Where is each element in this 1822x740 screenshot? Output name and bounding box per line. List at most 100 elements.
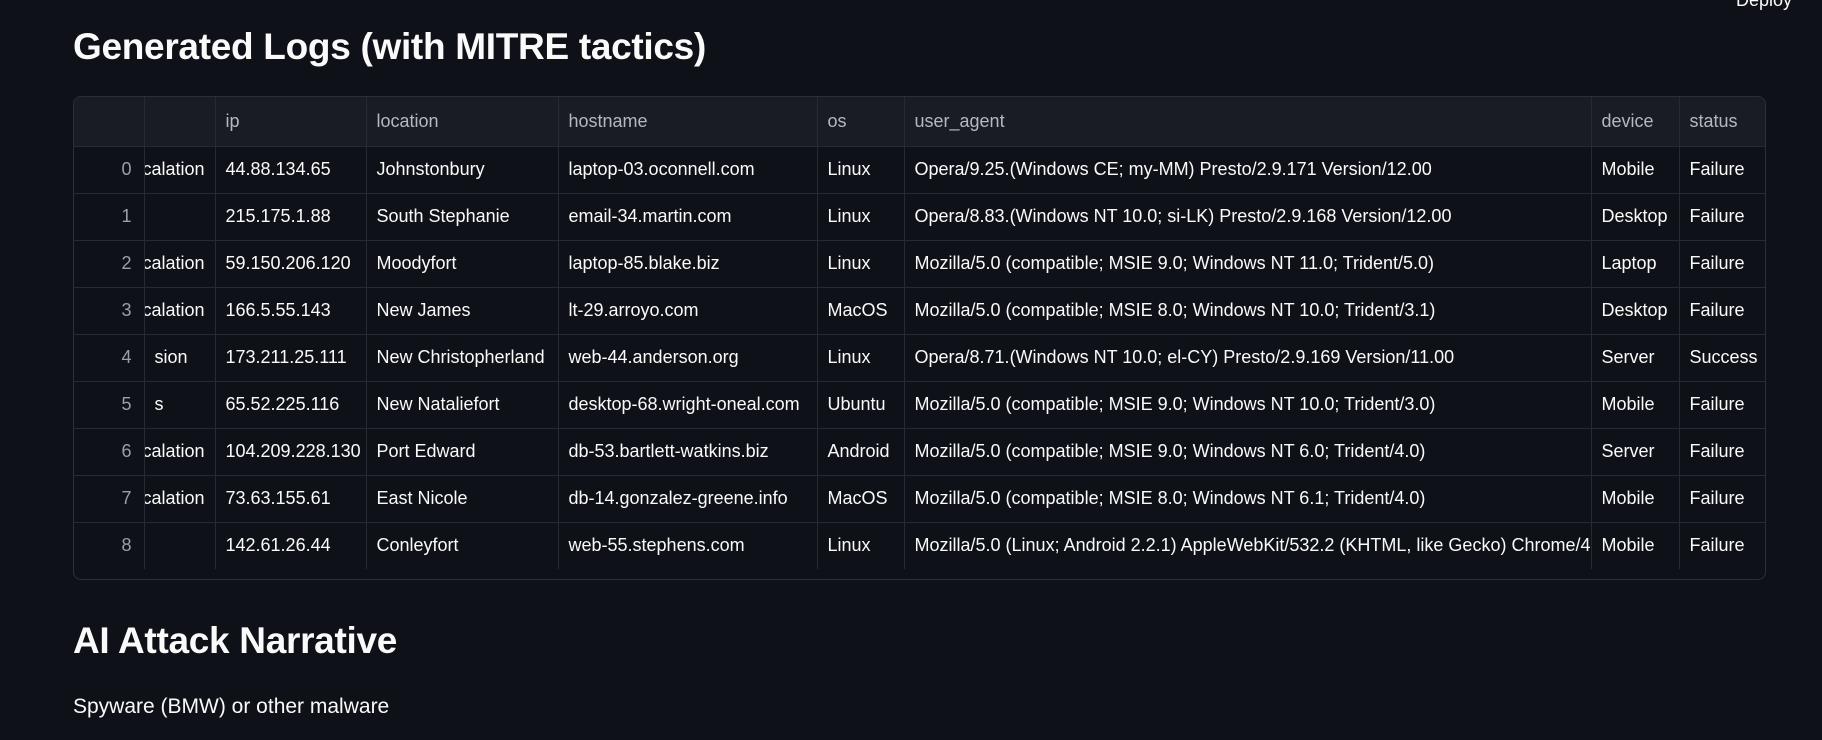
column-header-os[interactable]: os: [817, 97, 905, 147]
cell-tactic[interactable]: calation: [144, 287, 216, 335]
cell-hostname[interactable]: email-34.martin.com: [558, 193, 818, 241]
cell-user-agent[interactable]: Mozilla/5.0 (compatible; MSIE 8.0; Windo…: [904, 475, 1592, 523]
cell-hostname[interactable]: lt-29.arroyo.com: [558, 287, 818, 335]
cell-hostname[interactable]: desktop-68.wright-oneal.com: [558, 381, 818, 429]
cell-index[interactable]: 3: [74, 287, 145, 335]
cell-status[interactable]: Success: [1679, 334, 1765, 382]
column-header-device[interactable]: device: [1591, 97, 1680, 147]
table-row[interactable]: 5 s 65.52.225.116 New Nataliefort desktop-68…: [74, 381, 1765, 429]
cell-device[interactable]: Mobile: [1591, 381, 1680, 429]
cell-user-agent[interactable]: Mozilla/5.0 (compatible; MSIE 9.0; Windo…: [904, 381, 1592, 429]
column-header-ip[interactable]: ip: [215, 97, 367, 147]
cell-ip[interactable]: 104.209.228.130: [215, 428, 367, 476]
cell-tactic[interactable]: [144, 522, 216, 569]
column-header-status[interactable]: status: [1679, 97, 1765, 147]
column-header-location[interactable]: location: [366, 97, 559, 147]
cell-tactic[interactable]: [144, 193, 216, 241]
column-header-user-agent[interactable]: user_agent: [904, 97, 1592, 147]
cell-status[interactable]: Failure: [1679, 287, 1765, 335]
cell-hostname[interactable]: web-44.anderson.org: [558, 334, 818, 382]
cell-ip[interactable]: 173.211.25.111: [215, 334, 367, 382]
column-header-index[interactable]: [74, 97, 145, 147]
column-header-hostname[interactable]: hostname: [558, 97, 818, 147]
cell-device[interactable]: Server: [1591, 428, 1680, 476]
cell-device[interactable]: Desktop: [1591, 193, 1680, 241]
cell-location[interactable]: Moodyfort: [366, 240, 559, 288]
cell-device[interactable]: Mobile: [1591, 146, 1680, 194]
table-row[interactable]: 7 calation 73.63.155.61 East Nicole db-14.go…: [74, 475, 1765, 523]
cell-status[interactable]: Failure: [1679, 381, 1765, 429]
table-row[interactable]: 1 215.175.1.88 South Stephanie email-34.mar…: [74, 193, 1765, 241]
cell-tactic[interactable]: sion: [144, 334, 216, 382]
cell-tactic[interactable]: calation: [144, 146, 216, 194]
cell-ip[interactable]: 142.61.26.44: [215, 522, 367, 569]
table-row[interactable]: 0 calation 44.88.134.65 Johnstonbury laptop-…: [74, 146, 1765, 194]
cell-index[interactable]: 2: [74, 240, 145, 288]
cell-os[interactable]: Linux: [817, 240, 905, 288]
cell-index[interactable]: 5: [74, 381, 145, 429]
cell-index[interactable]: 6: [74, 428, 145, 476]
cell-status[interactable]: Failure: [1679, 240, 1765, 288]
cell-hostname[interactable]: db-53.bartlett-watkins.biz: [558, 428, 818, 476]
cell-device[interactable]: Laptop: [1591, 240, 1680, 288]
column-header-tactic[interactable]: [144, 97, 216, 147]
cell-ip[interactable]: 65.52.225.116: [215, 381, 367, 429]
cell-status[interactable]: Failure: [1679, 146, 1765, 194]
cell-device[interactable]: Mobile: [1591, 475, 1680, 523]
cell-ip[interactable]: 73.63.155.61: [215, 475, 367, 523]
cell-location[interactable]: Port Edward: [366, 428, 559, 476]
cell-tactic[interactable]: calation: [144, 428, 216, 476]
cell-user-agent[interactable]: Mozilla/5.0 (compatible; MSIE 9.0; Windo…: [904, 428, 1592, 476]
cell-ip[interactable]: 215.175.1.88: [215, 193, 367, 241]
cell-index[interactable]: 1: [74, 193, 145, 241]
table-row[interactable]: 3 calation 166.5.55.143 New James lt-29.arro…: [74, 287, 1765, 335]
cell-user-agent[interactable]: Opera/9.25.(Windows CE; my-MM) Presto/2.…: [904, 146, 1592, 194]
cell-os[interactable]: Ubuntu: [817, 381, 905, 429]
table-row[interactable]: 8 142.61.26.44 Conleyfort web-55.stephens.c…: [74, 522, 1765, 569]
cell-location[interactable]: New Nataliefort: [366, 381, 559, 429]
cell-hostname[interactable]: laptop-85.blake.biz: [558, 240, 818, 288]
cell-location[interactable]: New James: [366, 287, 559, 335]
cell-tactic[interactable]: calation: [144, 240, 216, 288]
cell-os[interactable]: Android: [817, 428, 905, 476]
cell-user-agent[interactable]: Mozilla/5.0 (Linux; Android 2.2.1) Apple…: [904, 522, 1592, 569]
cell-index[interactable]: 4: [74, 334, 145, 382]
cell-location[interactable]: East Nicole: [366, 475, 559, 523]
cell-index[interactable]: 8: [74, 522, 145, 569]
cell-status[interactable]: Failure: [1679, 428, 1765, 476]
cell-device[interactable]: Desktop: [1591, 287, 1680, 335]
cell-user-agent[interactable]: Opera/8.71.(Windows NT 10.0; el-CY) Pres…: [904, 334, 1592, 382]
cell-os[interactable]: Linux: [817, 193, 905, 241]
cell-user-agent[interactable]: Opera/8.83.(Windows NT 10.0; si-LK) Pres…: [904, 193, 1592, 241]
logs-table[interactable]: ip location hostname os user_agent devic…: [73, 96, 1766, 580]
table-row[interactable]: 2 calation 59.150.206.120 Moodyfort laptop-8…: [74, 240, 1765, 288]
cell-tactic[interactable]: s: [144, 381, 216, 429]
cell-location[interactable]: New Christopherland: [366, 334, 559, 382]
deploy-button[interactable]: Deploy: [1736, 0, 1792, 11]
table-row[interactable]: 4 sion 173.211.25.111 New Christopherland we…: [74, 334, 1765, 382]
cell-location[interactable]: South Stephanie: [366, 193, 559, 241]
cell-status[interactable]: Failure: [1679, 193, 1765, 241]
cell-os[interactable]: Linux: [817, 522, 905, 569]
cell-location[interactable]: Conleyfort: [366, 522, 559, 569]
cell-status[interactable]: Failure: [1679, 522, 1765, 569]
cell-os[interactable]: MacOS: [817, 287, 905, 335]
cell-index[interactable]: 0: [74, 146, 145, 194]
cell-os[interactable]: Linux: [817, 146, 905, 194]
cell-os[interactable]: Linux: [817, 334, 905, 382]
cell-location[interactable]: Johnstonbury: [366, 146, 559, 194]
cell-hostname[interactable]: laptop-03.oconnell.com: [558, 146, 818, 194]
cell-ip[interactable]: 166.5.55.143: [215, 287, 367, 335]
cell-ip[interactable]: 59.150.206.120: [215, 240, 367, 288]
cell-hostname[interactable]: web-55.stephens.com: [558, 522, 818, 569]
cell-device[interactable]: Mobile: [1591, 522, 1680, 569]
cell-device[interactable]: Server: [1591, 334, 1680, 382]
table-row[interactable]: 6 calation 104.209.228.130 Port Edward db-53…: [74, 428, 1765, 476]
cell-tactic[interactable]: calation: [144, 475, 216, 523]
cell-user-agent[interactable]: Mozilla/5.0 (compatible; MSIE 8.0; Windo…: [904, 287, 1592, 335]
cell-index[interactable]: 7: [74, 475, 145, 523]
cell-user-agent[interactable]: Mozilla/5.0 (compatible; MSIE 9.0; Windo…: [904, 240, 1592, 288]
cell-status[interactable]: Failure: [1679, 475, 1765, 523]
cell-hostname[interactable]: db-14.gonzalez-greene.info: [558, 475, 818, 523]
cell-ip[interactable]: 44.88.134.65: [215, 146, 367, 194]
